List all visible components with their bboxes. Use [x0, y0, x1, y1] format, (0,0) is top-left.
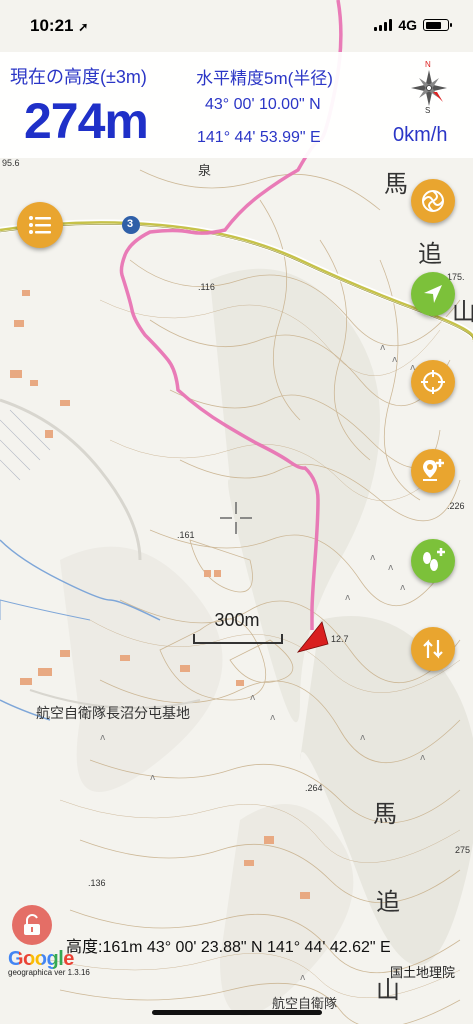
scale-line [193, 634, 283, 644]
route-icon [423, 639, 443, 659]
add-track-button[interactable] [411, 539, 455, 583]
list-icon [29, 216, 51, 234]
altitude-label: 現在の高度(±3m) [10, 67, 147, 87]
label-base: 航空自衛隊長沼分屯基地 [36, 705, 190, 721]
svg-text:ᴧ: ᴧ [360, 733, 366, 743]
elev-127: 12.7 [331, 634, 349, 644]
route-number: 3 [127, 218, 134, 230]
svg-text:ᴧ: ᴧ [392, 355, 398, 365]
status-bar: 10:21 ➚ 4G [0, 0, 473, 50]
label-ba-1: 馬 [384, 171, 408, 198]
spiral-icon [422, 190, 444, 212]
label-oi-2: 追 [376, 889, 400, 916]
signal-icon [374, 19, 393, 31]
svg-text:ᴧ: ᴧ [345, 593, 351, 603]
scale-bar: 300m [193, 608, 283, 644]
label-oi-1: 追 [418, 241, 442, 268]
app-version: geographica ver 1.3.16 [8, 968, 90, 977]
time-text: 10:21 [30, 16, 74, 35]
menu-button[interactable] [17, 202, 63, 248]
compass-s: S [425, 106, 430, 114]
altitude-value: 274m [24, 93, 149, 149]
svg-text:ᴧ: ᴧ [270, 713, 276, 723]
gsi-attribution: 国土地理院 [390, 965, 456, 980]
footprints-plus-icon [423, 548, 445, 571]
cursor-coordinates: 高度:161m 43° 00' 23.88" N 141° 44' 42.62"… [66, 939, 391, 956]
location-arrow-icon [424, 285, 442, 303]
battery-icon [423, 19, 452, 31]
elev-264: .264 [305, 783, 323, 793]
longitude: 141° 44' 53.99" E [197, 129, 321, 146]
svg-text:ᴧ: ᴧ [380, 343, 386, 353]
compass-n: N [425, 60, 431, 69]
network-type: 4G [398, 17, 417, 33]
elev-136: .136 [88, 878, 106, 888]
google-text: Google [8, 948, 74, 970]
svg-text:ᴧ: ᴧ [100, 733, 106, 743]
label-ba-2: 馬 [373, 801, 397, 828]
svg-text:ᴧ: ᴧ [300, 973, 306, 983]
status-time: 10:21 ➚ [30, 16, 88, 36]
pin-plus-icon [423, 459, 444, 481]
svg-text:ᴧ: ᴧ [370, 553, 376, 563]
elev-116: .116 [198, 282, 215, 292]
home-indicator[interactable] [152, 1010, 322, 1015]
unlock-icon [24, 914, 40, 935]
elev-95: 95.6 [2, 158, 20, 168]
elev-275: 275 [455, 845, 471, 855]
crosshair-icon [421, 370, 445, 394]
label-izumi: 泉 [198, 163, 212, 178]
current-location-button[interactable] [411, 272, 455, 316]
target-button[interactable] [411, 360, 455, 404]
location-arrow-icon: ➚ [78, 20, 89, 34]
elev-226: .226 [447, 501, 465, 511]
add-waypoint-button[interactable] [411, 449, 455, 493]
compass-icon[interactable]: N S [404, 58, 454, 114]
info-panel: 現在の高度(±3m) 274m 水平精度5m(半径) 43° 00' 10.00… [0, 52, 473, 158]
accuracy-label: 水平精度5m(半径) [196, 69, 333, 88]
label-yama-1: 山 [452, 299, 473, 326]
svg-text:ᴧ: ᴧ [150, 773, 156, 783]
svg-text:ᴧ: ᴧ [420, 753, 426, 763]
latitude: 43° 00' 10.00" N [205, 96, 321, 113]
elev-161: .161 [177, 530, 195, 540]
scale-label: 300m [214, 610, 260, 630]
svg-text:ᴧ: ᴧ [250, 693, 256, 703]
status-right: 4G [374, 17, 452, 33]
svg-text:ᴧ: ᴧ [400, 583, 406, 593]
navigate-button[interactable] [411, 627, 455, 671]
compass-mode-button[interactable] [411, 179, 455, 223]
lock-button[interactable] [12, 905, 52, 945]
speed: 0km/h [393, 124, 448, 146]
svg-text:ᴧ: ᴧ [388, 563, 394, 573]
